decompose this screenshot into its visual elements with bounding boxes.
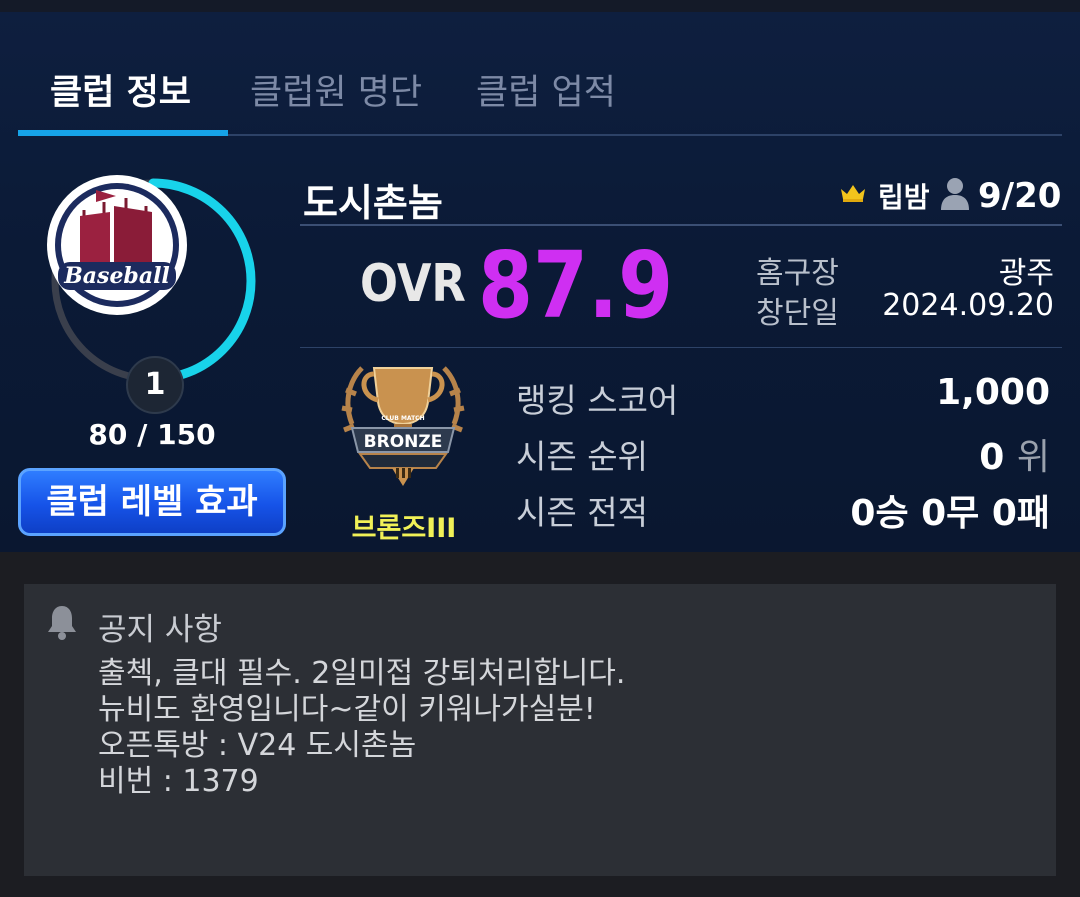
active-tab-indicator xyxy=(18,130,228,136)
notice-line: 출첵, 클대 필수. 2일미접 강퇴처리합니다. xyxy=(98,656,626,691)
logo-text: Baseball xyxy=(63,263,170,289)
notice-title: 공지 사항 xyxy=(98,612,222,648)
club-logo: Baseball xyxy=(47,175,187,315)
notice-line: 비번 : 1379 xyxy=(98,764,259,799)
person-icon xyxy=(941,178,969,210)
top-status-strip xyxy=(0,0,1080,12)
ovr-label: OVR xyxy=(360,254,466,314)
season-rank-label: 시즌 순위 xyxy=(516,437,648,476)
season-rank: 0 위 xyxy=(979,428,1050,480)
club-exp: 80 / 150 xyxy=(88,418,216,451)
ranking-score-value: 1,000 xyxy=(936,372,1050,413)
club-level-effect-button[interactable]: 클럽 레벨 효과 xyxy=(18,468,286,536)
founded-date-label: 창단일 xyxy=(756,296,839,331)
emblem-subtext: CLUB MATCH xyxy=(381,415,424,422)
tab-bar: 클럽 정보 클럽원 명단 클럽 업적 xyxy=(18,50,1062,136)
founded-date-value: 2024.09.20 xyxy=(882,288,1054,323)
club-level-ring: Baseball 1 xyxy=(44,172,262,414)
club-level-badge: 1 xyxy=(126,356,184,414)
tab-club-info[interactable]: 클럽 정보 xyxy=(50,64,191,115)
notice-panel: 공지 사항 출첵, 클대 필수. 2일미접 강퇴처리합니다. 뉴비도 환영입니다… xyxy=(24,584,1056,876)
tier-name: 브론즈III xyxy=(351,513,457,544)
header-divider xyxy=(300,224,1062,226)
club-name: 도시촌놈 xyxy=(303,181,443,225)
home-stadium-value: 광주 xyxy=(998,256,1054,291)
ranking-score-label: 랭킹 스코어 xyxy=(516,381,679,420)
bronze-trophy-emblem: CLUB MATCH BRONZE xyxy=(341,366,465,486)
season-record-label: 시즌 전적 xyxy=(516,493,648,532)
tab-club-members[interactable]: 클럽원 명단 xyxy=(250,64,422,115)
home-stadium-label: 홈구장 xyxy=(756,256,839,291)
emblem-text: BRONZE xyxy=(364,432,443,452)
tab-club-achievements[interactable]: 클럽 업적 xyxy=(476,64,616,115)
section-divider xyxy=(300,347,1062,348)
notice-body: 출첵, 클대 필수. 2일미접 강퇴처리합니다. 뉴비도 환영입니다~같이 키워… xyxy=(98,656,625,800)
member-count: 9/20 xyxy=(978,176,1062,216)
crown-icon xyxy=(841,185,865,202)
season-record-value: 0승 0무 0패 xyxy=(850,493,1050,534)
season-rank-unit: 위 xyxy=(1016,437,1050,478)
notice-line: 오픈톡방 : V24 도시촌놈 xyxy=(98,728,417,763)
bell-icon xyxy=(48,606,76,640)
ovr-value: 87.9 xyxy=(478,232,674,339)
notice-line: 뉴비도 환영입니다~같이 키워나가실분! xyxy=(98,692,596,727)
season-rank-value: 0 xyxy=(979,437,1005,478)
club-leader-name: 립밤 xyxy=(878,181,930,214)
